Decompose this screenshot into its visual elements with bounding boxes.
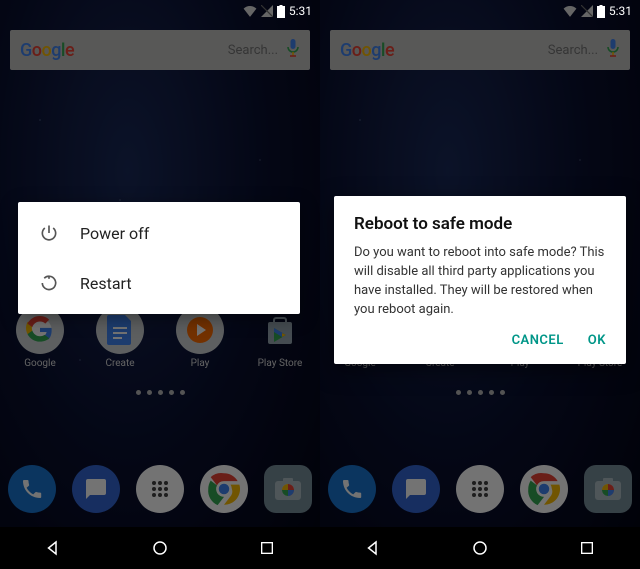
restart-icon — [38, 272, 60, 294]
ok-button[interactable]: OK — [588, 333, 606, 348]
restart-label: Restart — [80, 274, 132, 293]
safe-mode-dialog: Reboot to safe mode Do you want to reboo… — [334, 196, 626, 364]
wifi-icon — [243, 5, 257, 17]
nav-bar — [0, 527, 320, 569]
signal-icon — [581, 5, 593, 17]
restart-item[interactable]: Restart — [18, 258, 300, 308]
signal-icon — [261, 5, 273, 17]
phone-right: 5:31 Google Search... Google Create Play… — [320, 0, 640, 569]
power-off-item[interactable]: Power off — [18, 208, 300, 258]
dialog-actions: CANCEL OK — [354, 333, 606, 354]
status-bar: 5:31 — [0, 0, 320, 22]
nav-home[interactable] — [149, 537, 171, 559]
nav-home[interactable] — [469, 537, 491, 559]
nav-recent[interactable] — [576, 537, 598, 559]
battery-icon — [597, 5, 605, 18]
wifi-icon — [563, 5, 577, 17]
clock-text: 5:31 — [609, 4, 632, 18]
phone-left: 5:31 Google Search... Fit Settings Clock… — [0, 0, 320, 569]
power-menu: Power off Restart — [18, 202, 300, 314]
battery-icon — [277, 5, 285, 18]
status-bar: 5:31 — [320, 0, 640, 22]
cancel-button[interactable]: CANCEL — [512, 333, 564, 348]
dialog-title: Reboot to safe mode — [354, 214, 606, 234]
nav-recent[interactable] — [256, 537, 278, 559]
dialog-body: Do you want to reboot into safe mode? Th… — [354, 244, 606, 319]
clock-text: 5:31 — [289, 4, 312, 18]
power-icon — [38, 222, 60, 244]
nav-back[interactable] — [362, 537, 384, 559]
nav-back[interactable] — [42, 537, 64, 559]
power-off-label: Power off — [80, 224, 149, 243]
nav-bar — [320, 527, 640, 569]
